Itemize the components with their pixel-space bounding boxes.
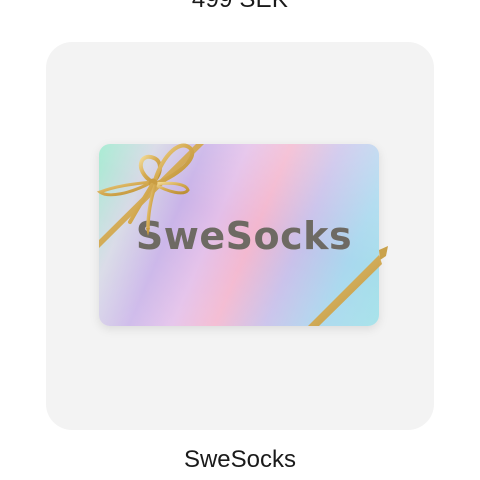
gift-card-brand-text: SweSocks bbox=[135, 214, 353, 258]
product-name[interactable]: SweSocks bbox=[0, 446, 480, 474]
product-image-tile[interactable]: SweSocks bbox=[46, 42, 434, 430]
product-page: 499 SEK SweSocks bbox=[0, 0, 480, 480]
gift-card-image: SweSocks bbox=[99, 144, 379, 326]
price-label: 499 SEK bbox=[0, 0, 480, 14]
